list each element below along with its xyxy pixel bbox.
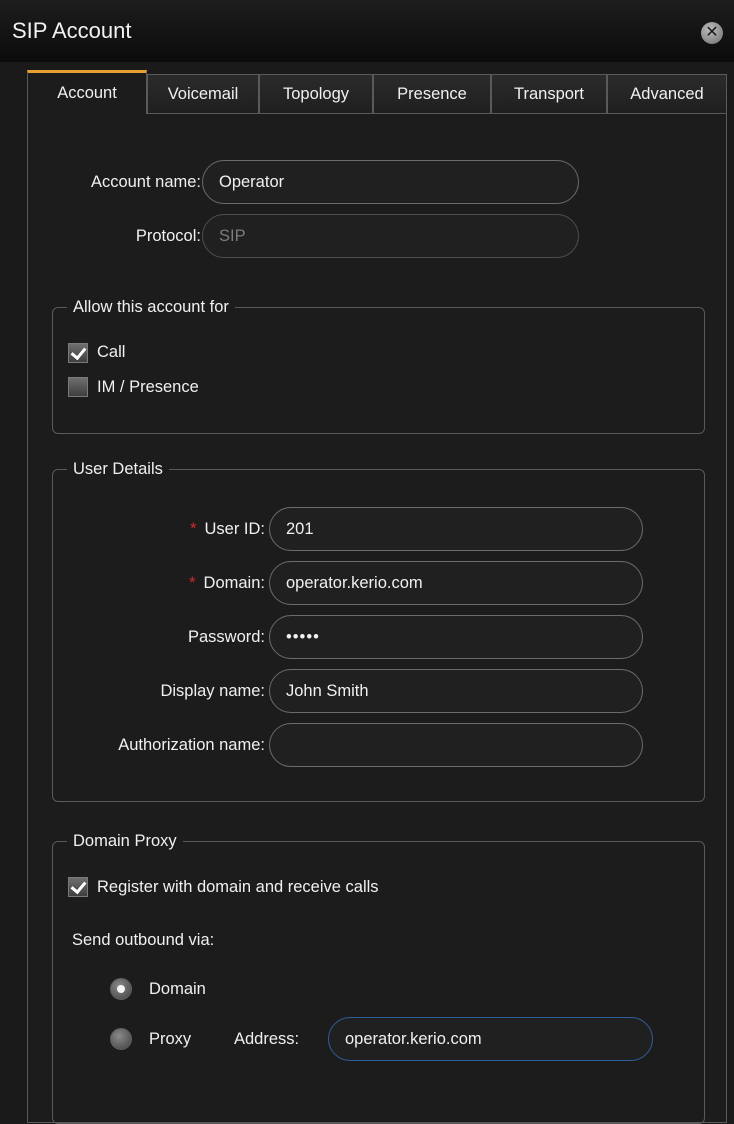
account-name-label: Account name: <box>90 173 201 191</box>
title-bar: SIP Account ✕ <box>0 0 734 62</box>
domain-input[interactable]: operator.kerio.com <box>269 561 643 605</box>
required-mark: * <box>190 520 197 538</box>
account-name-input[interactable]: Operator <box>202 160 579 204</box>
account-tab-panel: Account name: Operator Protocol: SIP All… <box>27 113 727 1124</box>
authorization-name-input[interactable] <box>269 723 643 767</box>
close-icon[interactable]: ✕ <box>701 22 723 44</box>
authorization-name-label: Authorization name: <box>118 736 265 754</box>
allow-account-group: Allow this account for <box>52 298 705 434</box>
tab-advanced[interactable]: Advanced <box>607 74 727 114</box>
window-title: SIP Account <box>12 18 132 43</box>
domain-radio-label: Domain <box>149 980 206 998</box>
tab-voicemail[interactable]: Voicemail <box>147 74 259 114</box>
proxy-radio-label: Proxy <box>149 1030 192 1048</box>
password-label: Password: <box>187 628 265 646</box>
display-name-label: Display name: <box>160 682 265 700</box>
domain-proxy-legend: Domain Proxy <box>73 832 177 850</box>
address-label: Address: <box>234 1030 300 1048</box>
domain-radio[interactable] <box>110 978 132 1000</box>
call-checkbox[interactable] <box>68 343 88 363</box>
register-label: Register with domain and receive calls <box>97 878 379 896</box>
im-presence-checkbox[interactable] <box>68 377 88 397</box>
protocol-input: SIP <box>202 214 579 258</box>
user-id-label-text: User ID: <box>204 520 265 538</box>
tab-transport[interactable]: Transport <box>491 74 607 114</box>
send-outbound-label: Send outbound via: <box>72 931 215 949</box>
domain-label: * Domain: <box>28 574 265 593</box>
tab-presence[interactable]: Presence <box>373 74 491 114</box>
proxy-radio[interactable] <box>110 1028 132 1050</box>
proxy-address-input[interactable]: operator.kerio.com <box>328 1017 653 1061</box>
user-details-legend: User Details <box>73 460 163 478</box>
user-id-input[interactable]: 201 <box>269 507 643 551</box>
required-mark: * <box>189 574 196 592</box>
domain-proxy-group: Domain Proxy <box>52 832 705 1124</box>
protocol-label: Protocol: <box>135 227 201 245</box>
tab-topology[interactable]: Topology <box>259 74 373 114</box>
display-name-input[interactable]: John Smith <box>269 669 643 713</box>
tab-account[interactable]: Account <box>27 70 147 114</box>
allow-account-legend: Allow this account for <box>73 298 229 316</box>
tab-bar: Account Voicemail Topology Presence Tran… <box>27 70 727 114</box>
domain-label-text: Domain: <box>203 574 265 592</box>
register-checkbox[interactable] <box>68 877 88 897</box>
im-presence-label: IM / Presence <box>97 378 199 396</box>
call-label: Call <box>97 343 126 361</box>
user-id-label: * User ID: <box>28 520 265 539</box>
sip-account-window: SIP Account ✕ Account Voicemail Topology… <box>0 0 734 1124</box>
password-input[interactable]: ••••• <box>269 615 643 659</box>
